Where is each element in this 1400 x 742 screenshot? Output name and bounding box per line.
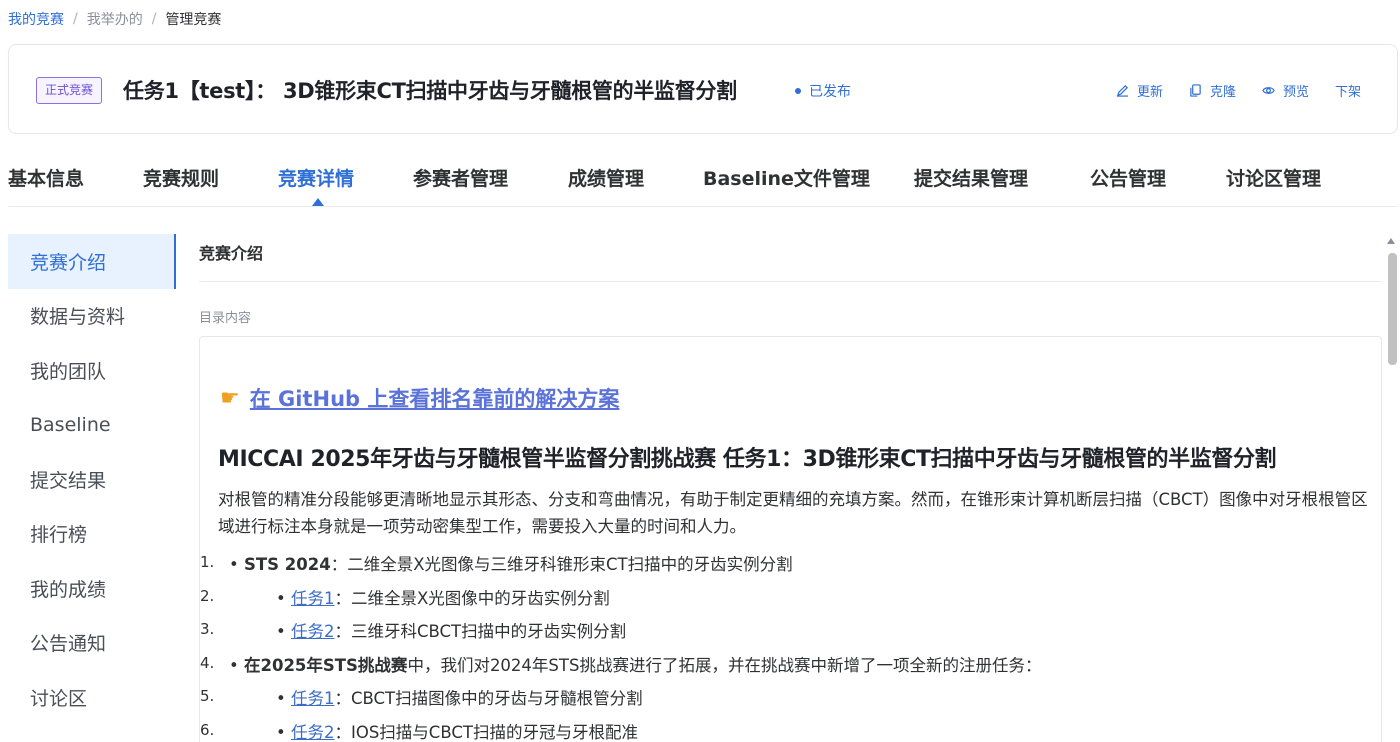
list-item: 3. • 任务2：三维牙科CBCT扫描中的牙齿实例分割 (200, 612, 1380, 646)
sidebar-item-announcements[interactable]: 公告通知 (8, 616, 176, 671)
list-item-text: ：二维全景X光图像与三维牙科锥形束CT扫描中的牙齿实例分割 (330, 555, 793, 574)
task1-link[interactable]: 任务1 (291, 689, 335, 708)
active-tab-indicator (312, 198, 324, 206)
breadcrumb-manage: 管理竞赛 (165, 12, 222, 28)
list-item: 6. • 任务2：IOS扫描与CBCT扫描的牙冠与牙根配准 (200, 713, 1380, 742)
copy-icon (1190, 84, 1201, 97)
ordered-list: 1. • STS 2024：二维全景X光图像与三维牙科锥形束CT扫描中的牙齿实例… (200, 545, 1380, 742)
breadcrumb-my-competitions[interactable]: 我的竞赛 (8, 9, 64, 29)
breadcrumb-separator: / (73, 11, 78, 27)
sidebar-item-submit[interactable]: 提交结果 (8, 452, 176, 507)
header-actions: 更新 克隆 预览 下架 (1090, 81, 1361, 100)
intro-paragraph: 对根管的精准分段能够更清晰地显示其形态、分支和弯曲情况，有助于制定更精细的充填方… (218, 490, 1368, 536)
competition-title: 任务1【test】： 3D锥形束CT扫描中牙齿与牙髓根管的半监督分割 (123, 79, 737, 103)
document-title: MICCAI 2025年牙齿与牙髓根管半监督分割挑战赛 任务1：3D锥形束CT扫… (218, 447, 1277, 472)
sidebar-item-introduction[interactable]: 竞赛介绍 (8, 234, 176, 289)
breadcrumb: 我的竞赛 / 我举办的 / 管理竞赛 (8, 9, 221, 29)
task1-link[interactable]: 任务1 (291, 589, 335, 608)
sidebar-item-discussion[interactable]: 讨论区 (8, 670, 176, 725)
status-dot-icon (795, 88, 801, 94)
competition-header-card: 正式竞赛 任务1【test】： 3D锥形束CT扫描中牙齿与牙髓根管的半监督分割 … (8, 44, 1398, 134)
task2-link[interactable]: 任务2 (291, 622, 335, 641)
breadcrumb-separator: / (151, 11, 157, 27)
bullet: • (276, 689, 286, 708)
tab-basic-info[interactable]: 基本信息 (8, 164, 84, 191)
rich-content-viewer[interactable]: ☛ 在 GitHub 上查看排名靠前的解决方案 MICCAI 2025年牙齿与牙… (199, 336, 1382, 742)
sidebar-item-my-scores[interactable]: 我的成绩 (8, 561, 176, 616)
bullet: • (229, 655, 239, 675)
unpublish-label: 下架 (1334, 85, 1361, 100)
sidebar-item-leaderboard[interactable]: 排行榜 (8, 507, 176, 562)
list-item: 5. • 任务1：CBCT扫描图像中的牙齿与牙髓根管分割 (200, 679, 1380, 713)
management-tabs: 基本信息 竞赛规则 竞赛详情 参赛者管理 成绩管理 Baseline文件管理 提… (8, 160, 1398, 207)
preview-label: 预览 (1282, 85, 1309, 100)
update-label: 更新 (1136, 85, 1163, 100)
tab-submissions[interactable]: 提交结果管理 (914, 164, 1028, 191)
sidebar-item-team[interactable]: 我的团队 (8, 343, 176, 398)
list-item-body: • 在2025年STS挑战赛中，我们对2024年STS挑战赛进行了拓展，并在挑战… (229, 652, 1041, 676)
status-label: 已发布 (809, 84, 851, 100)
list-item-text: ：二维全景X光图像中的牙齿实例分割 (334, 588, 610, 608)
bullet: • (276, 588, 286, 608)
list-number: 1. (200, 553, 215, 571)
preview-button[interactable]: 预览 (1262, 81, 1309, 100)
list-item: 2. • 任务1：二维全景X光图像中的牙齿实例分割 (200, 579, 1380, 613)
status-badge: 已发布 (795, 81, 851, 101)
list-item-text: ：三维牙科CBCT扫描中的牙齿实例分割 (334, 622, 627, 641)
task2-link[interactable]: 任务2 (291, 723, 335, 742)
sidebar-item-data[interactable]: 数据与资料 (8, 289, 176, 344)
section-divider (199, 281, 1382, 282)
list-item-text: 中，我们对2024年STS挑战赛进行了拓展，并在挑战赛中新增了一项全新的注册任务… (407, 655, 1042, 675)
bullet: • (276, 722, 286, 742)
list-item-body: • STS 2024：二维全景X光图像与三维牙科锥形束CT扫描中的牙齿实例分割 (229, 551, 793, 575)
list-item-text: ：CBCT扫描图像中的牙齿与牙髓根管分割 (334, 689, 643, 708)
list-item-bold: 在2025年STS挑战赛 (243, 655, 408, 675)
tab-discussion[interactable]: 讨论区管理 (1226, 164, 1321, 191)
github-link-line: ☛ 在 GitHub 上查看排名靠前的解决方案 (220, 383, 619, 413)
list-number: 6. (200, 720, 215, 739)
tab-scores[interactable]: 成绩管理 (568, 164, 644, 191)
section-title: 竞赛介绍 (199, 244, 264, 263)
list-item-text: ：IOS扫描与CBCT扫描的牙冠与牙根配准 (334, 722, 638, 742)
list-item-bold: STS 2024 (243, 555, 331, 574)
list-item-body: • 任务1：CBCT扫描图像中的牙齿与牙髓根管分割 (276, 685, 643, 709)
edit-icon (1116, 85, 1129, 97)
tab-baseline-files[interactable]: Baseline文件管理 (703, 164, 870, 191)
scroll-up-arrow-icon[interactable] (1387, 238, 1395, 244)
list-item-body: • 任务1：二维全景X光图像中的牙齿实例分割 (276, 585, 610, 609)
update-button[interactable]: 更新 (1116, 81, 1163, 100)
list-item-body: • 任务2：IOS扫描与CBCT扫描的牙冠与牙根配准 (276, 719, 638, 742)
list-number: 3. (200, 620, 215, 638)
clone-label: 克隆 (1209, 85, 1236, 100)
github-solutions-link[interactable]: 在 GitHub 上查看排名靠前的解决方案 (250, 383, 620, 413)
tab-rules[interactable]: 竞赛规则 (143, 164, 219, 191)
tab-details[interactable]: 竞赛详情 (278, 164, 354, 191)
content-label: 目录内容 (199, 311, 252, 326)
list-number: 2. (200, 586, 215, 605)
competition-type-badge: 正式竞赛 (36, 77, 103, 104)
list-number: 5. (200, 687, 215, 705)
eye-icon (1262, 87, 1275, 94)
main-content: 竞赛介绍 目录内容 ☛ 在 GitHub 上查看排名靠前的解决方案 MICCAI… (199, 234, 1382, 742)
breadcrumb-hosted[interactable]: 我举办的 (87, 9, 143, 29)
unpublish-button[interactable]: 下架 (1335, 81, 1361, 100)
scrollbar-thumb[interactable] (1388, 253, 1397, 365)
list-item-body: • 任务2：三维牙科CBCT扫描中的牙齿实例分割 (276, 618, 626, 642)
sidebar-item-baseline[interactable]: Baseline (8, 398, 176, 453)
list-item: 1. • STS 2024：二维全景X光图像与三维牙科锥形束CT扫描中的牙齿实例… (200, 545, 1380, 579)
tab-announcements[interactable]: 公告管理 (1090, 164, 1166, 191)
tab-participants[interactable]: 参赛者管理 (413, 164, 508, 191)
pointing-hand-icon: ☛ (220, 385, 240, 411)
clone-button[interactable]: 克隆 (1189, 81, 1236, 100)
list-number: 4. (200, 653, 215, 672)
list-item: 4. • 在2025年STS挑战赛中，我们对2024年STS挑战赛进行了拓展，并… (200, 646, 1380, 680)
bullet: • (276, 622, 286, 641)
detail-sidebar: 竞赛介绍 数据与资料 我的团队 Baseline 提交结果 排行榜 我的成绩 公… (8, 234, 176, 742)
bullet: • (229, 555, 239, 574)
